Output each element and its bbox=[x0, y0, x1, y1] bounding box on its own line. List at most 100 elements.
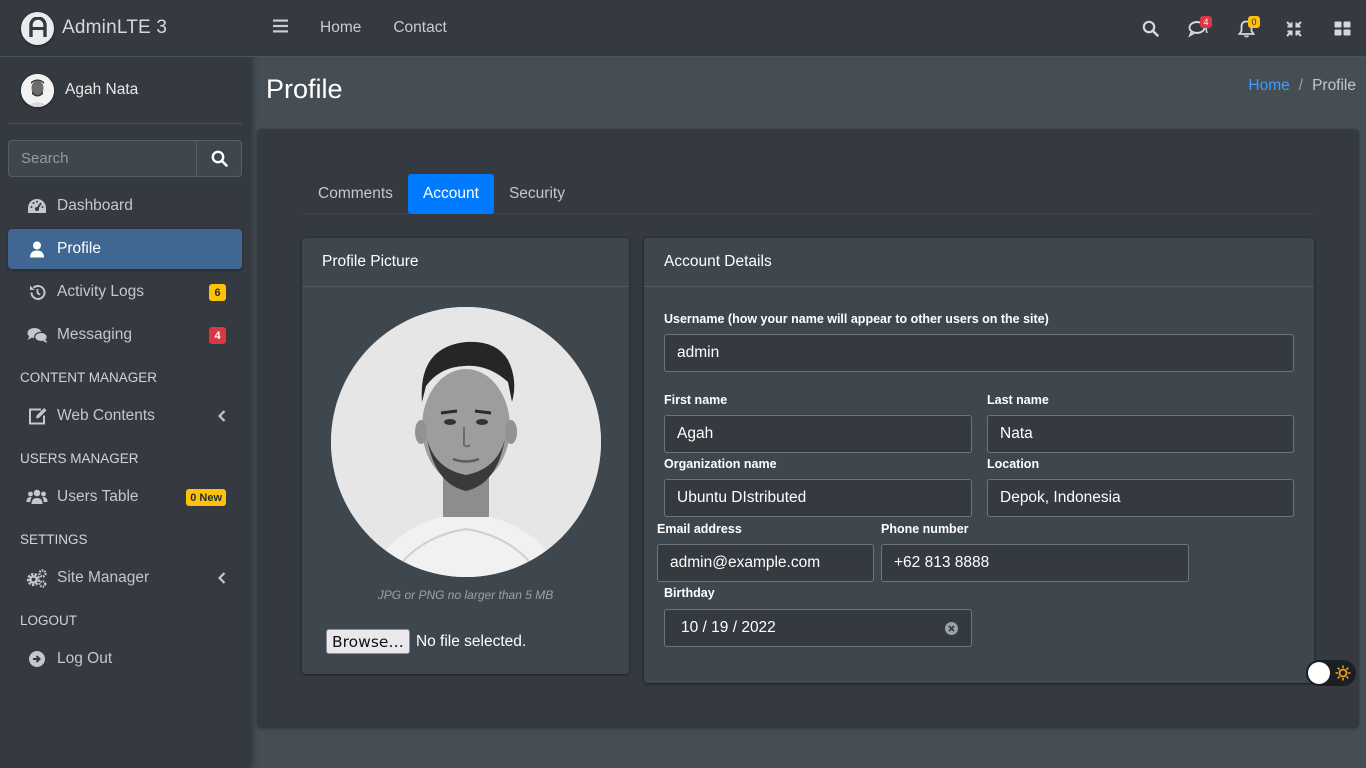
sign-out-icon bbox=[26, 649, 48, 669]
nav-header-content-manager: CONTENT MANAGER bbox=[20, 369, 158, 385]
username-label: Username (how your name will appear to o… bbox=[664, 312, 1049, 326]
file-status: No file selected. bbox=[415, 632, 527, 650]
notifications-dropdown[interactable]: 0 bbox=[1222, 0, 1270, 57]
notifications-badge: 0 bbox=[1248, 16, 1260, 28]
first-name-label: First name bbox=[664, 393, 728, 407]
navbar-right: 4 0 bbox=[1126, 0, 1366, 57]
breadcrumb-home[interactable]: Home bbox=[1248, 77, 1289, 95]
upload-hint: JPG or PNG no larger than 5 MB bbox=[377, 588, 554, 602]
nav-link-home[interactable]: Home bbox=[320, 19, 361, 37]
search-icon bbox=[211, 150, 228, 167]
sidebar-item-label: Messaging bbox=[57, 326, 132, 343]
sidebar-item-label: Users Table bbox=[57, 488, 139, 505]
tab-comments[interactable]: Comments bbox=[303, 174, 408, 214]
username-field[interactable]: admin bbox=[664, 334, 1294, 372]
location-label: Location bbox=[987, 457, 1040, 471]
avatar bbox=[21, 73, 54, 107]
file-input: Browse… No file selected. bbox=[326, 629, 526, 654]
search-button[interactable] bbox=[196, 140, 242, 177]
user-panel[interactable]: Agah Nata bbox=[8, 57, 242, 124]
sidebar-item-log-out[interactable]: Log Out bbox=[8, 639, 242, 679]
tab-security[interactable]: Security bbox=[494, 174, 580, 214]
sidebar-item-messaging[interactable]: Messaging 4 bbox=[8, 315, 242, 355]
page-title: Profile bbox=[266, 74, 343, 104]
sidebar-item-label: Log Out bbox=[57, 650, 113, 667]
phone-field[interactable]: +62 813 8888 bbox=[881, 544, 1189, 582]
first-name-field[interactable]: Agah bbox=[664, 415, 972, 453]
profile-card: Comments Account Security Profile Pictur… bbox=[258, 130, 1358, 727]
brand-link[interactable]: AdminLTE 3 bbox=[0, 0, 250, 57]
sidebar-item-label: Activity Logs bbox=[57, 283, 145, 300]
chevron-left-icon bbox=[217, 409, 226, 427]
compress-icon bbox=[1286, 20, 1302, 37]
sidebar-item-site-manager[interactable]: Site Manager bbox=[8, 558, 242, 598]
last-name-label: Last name bbox=[987, 393, 1049, 407]
profile-photo bbox=[331, 307, 601, 577]
adminlte-logo-icon bbox=[21, 11, 54, 45]
nav-header-logout: LOGOUT bbox=[20, 612, 78, 628]
sidebar-item-web-contents[interactable]: Web Contents bbox=[8, 396, 242, 436]
toggle-knob bbox=[1308, 662, 1330, 684]
sidebar-item-users-table[interactable]: Users Table 0 New bbox=[8, 477, 242, 517]
sidebar-item-activity-logs[interactable]: Activity Logs 6 bbox=[8, 272, 242, 312]
users-icon bbox=[26, 487, 48, 507]
history-icon bbox=[26, 282, 48, 302]
profile-picture-title: Profile Picture bbox=[302, 238, 629, 287]
sidebar-item-label: Profile bbox=[57, 240, 101, 257]
sun-icon bbox=[1335, 665, 1351, 681]
account-details-card: Account Details Username (how your name … bbox=[644, 238, 1314, 683]
nav-header-users-manager: USERS MANAGER bbox=[20, 450, 139, 466]
email-field[interactable]: admin@example.com bbox=[657, 544, 874, 582]
fullscreen-button[interactable] bbox=[1270, 0, 1318, 57]
sidebar-item-profile[interactable]: Profile bbox=[8, 229, 242, 269]
breadcrumb-current: Profile bbox=[1312, 77, 1356, 94]
nav-header-settings: SETTINGS bbox=[20, 531, 88, 547]
bars-icon[interactable] bbox=[273, 19, 289, 37]
grid-icon bbox=[1334, 21, 1350, 36]
comments-icon bbox=[26, 325, 48, 345]
chevron-left-icon bbox=[217, 571, 226, 589]
account-details-title: Account Details bbox=[644, 238, 1314, 287]
breadcrumb: Home / Profile bbox=[1248, 77, 1356, 95]
browse-button[interactable]: Browse… bbox=[326, 629, 410, 654]
search-input[interactable] bbox=[8, 140, 196, 177]
sidebar-nav: Dashboard Profile Activity Logs 6 Messag… bbox=[0, 186, 250, 679]
messages-dropdown[interactable]: 4 bbox=[1174, 0, 1222, 57]
theme-toggle[interactable] bbox=[1306, 660, 1356, 686]
cogs-icon bbox=[26, 568, 48, 588]
users-table-badge: 0 New bbox=[186, 489, 226, 506]
user-name: Agah Nata bbox=[65, 81, 139, 98]
sidebar-item-label: Web Contents bbox=[57, 407, 155, 424]
location-field[interactable]: Depok, Indonesia bbox=[987, 479, 1294, 517]
brand-name: AdminLTE 3 bbox=[62, 17, 168, 38]
phone-label: Phone number bbox=[881, 522, 969, 536]
email-label: Email address bbox=[657, 522, 742, 536]
messaging-badge: 4 bbox=[209, 327, 226, 344]
sidebar-item-label: Site Manager bbox=[57, 569, 150, 586]
birthday-label: Birthday bbox=[664, 586, 715, 600]
org-label: Organization name bbox=[664, 457, 777, 471]
edit-icon bbox=[26, 406, 48, 426]
activity-logs-badge: 6 bbox=[209, 284, 226, 301]
sidebar-search bbox=[8, 140, 242, 177]
user-icon bbox=[26, 239, 48, 259]
birthday-value: 10 / 19 / 2022 bbox=[681, 619, 776, 636]
profile-tabs: Comments Account Security bbox=[303, 174, 1314, 214]
birthday-field[interactable]: 10 / 19 / 2022 bbox=[664, 609, 972, 647]
tab-account[interactable]: Account bbox=[407, 174, 494, 214]
breadcrumb-separator: / bbox=[1298, 77, 1304, 94]
control-sidebar-button[interactable] bbox=[1318, 0, 1366, 57]
top-navbar: Home Contact 4 0 bbox=[250, 0, 1366, 57]
sidebar: AdminLTE 3 Agah Nata Dashboard bbox=[0, 0, 250, 768]
dashboard-icon bbox=[26, 196, 48, 216]
org-field[interactable]: Ubuntu DIstributed bbox=[664, 479, 972, 517]
last-name-field[interactable]: Nata bbox=[987, 415, 1294, 453]
search-icon bbox=[1142, 20, 1159, 37]
sidebar-item-label: Dashboard bbox=[57, 197, 133, 214]
messages-badge: 4 bbox=[1200, 16, 1212, 28]
nav-link-contact[interactable]: Contact bbox=[393, 19, 446, 37]
profile-picture-card: Profile Picture JPG or PNG no larger tha… bbox=[302, 238, 629, 674]
navbar-search-button[interactable] bbox=[1126, 0, 1174, 57]
clear-icon[interactable] bbox=[945, 622, 958, 635]
sidebar-item-dashboard[interactable]: Dashboard bbox=[8, 186, 242, 226]
